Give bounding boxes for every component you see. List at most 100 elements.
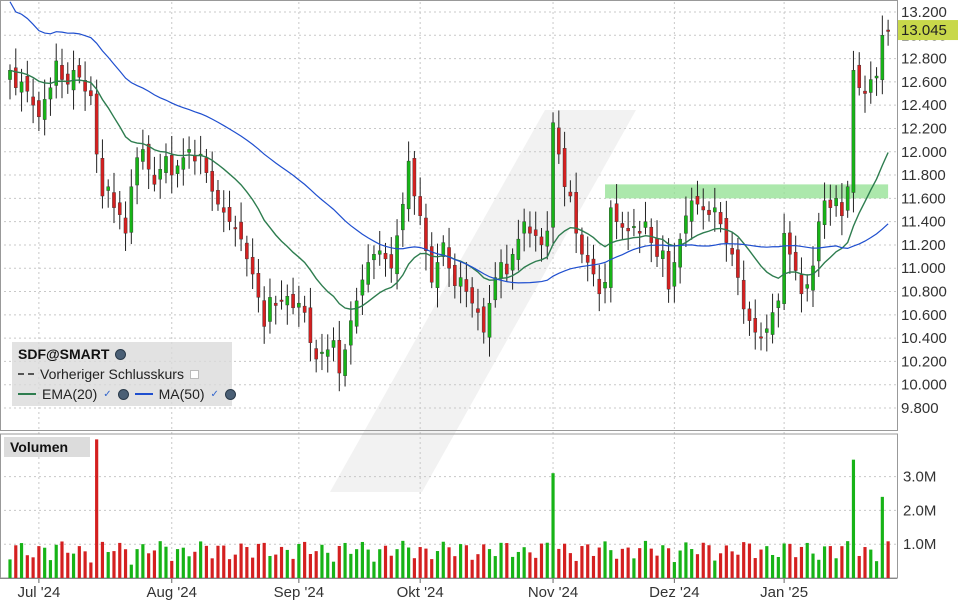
volume-bar: [753, 558, 757, 578]
volume-bar: [360, 541, 364, 578]
candle-body: [747, 308, 752, 321]
volume-bar: [48, 560, 53, 578]
volume-bar: [799, 546, 804, 578]
y-tick-label: 10.400: [901, 330, 947, 347]
candle-body: [366, 262, 370, 285]
candle-body: [418, 196, 422, 217]
volume-bar: [759, 549, 763, 578]
candle-body: [816, 221, 821, 262]
candle-body: [308, 307, 313, 343]
ema-settings-icon[interactable]: [117, 388, 129, 400]
legend-symbol-row[interactable]: SDF@SMART: [18, 344, 127, 364]
candle-body: [799, 274, 804, 295]
candle-body: [481, 306, 486, 333]
candle-body: [557, 127, 561, 155]
volume-bar: [262, 542, 266, 578]
volume-bar: [193, 551, 197, 578]
candle-body: [146, 143, 151, 170]
candle-body: [695, 196, 700, 205]
volume-bar: [199, 541, 203, 578]
candle-body: [822, 200, 827, 225]
volume-bar: [210, 558, 214, 578]
check-icon[interactable]: ✓: [211, 389, 219, 400]
candle-body: [291, 293, 295, 309]
volume-bar: [476, 554, 480, 578]
candle-body: [331, 340, 336, 348]
candle-body: [637, 231, 642, 234]
candle-body: [216, 190, 220, 205]
volume-bar: [666, 548, 671, 578]
volume-bar: [441, 541, 445, 578]
candle-body: [13, 67, 18, 88]
volume-bar: [19, 543, 24, 578]
volume-bar: [170, 560, 174, 578]
volume-bar: [649, 548, 653, 578]
legend-ema[interactable]: EMA(20): [42, 386, 97, 402]
settings-icon[interactable]: [115, 348, 127, 360]
candle-body: [424, 217, 428, 251]
volume-bar: [574, 560, 578, 578]
candle-body: [510, 254, 515, 271]
y-tick-label: 11.800: [901, 167, 946, 184]
candle-body: [620, 223, 625, 228]
candle-body: [383, 252, 388, 260]
volume-bar: [822, 546, 827, 578]
volume-bar: [551, 473, 555, 578]
candle-body: [164, 156, 168, 173]
volume-bar: [840, 546, 844, 578]
volume-bar: [77, 546, 81, 578]
ma-settings-icon[interactable]: [224, 388, 236, 400]
volume-bar: [389, 555, 393, 578]
volume-bar: [401, 540, 405, 578]
legend-ma[interactable]: MA(50): [159, 386, 205, 402]
volume-bar: [25, 555, 29, 578]
volume-bar: [430, 559, 434, 578]
volume-bar: [106, 552, 110, 578]
candle-body: [112, 192, 116, 208]
y-tick-label: 12.800: [901, 51, 947, 68]
candle-body: [181, 157, 186, 170]
candle-body: [505, 263, 509, 275]
candle-body: [435, 262, 440, 288]
candle-body: [89, 90, 93, 97]
candle-body: [250, 256, 255, 275]
volume-bar: [245, 547, 249, 578]
volume-bar: [424, 548, 428, 578]
candle-body: [805, 284, 810, 289]
candle-body: [493, 277, 498, 301]
volume-bar: [690, 549, 694, 578]
volume-bar: [181, 547, 185, 578]
legend-symbol: SDF@SMART: [18, 346, 110, 362]
volume-bar: [643, 540, 648, 578]
candle-body: [857, 64, 862, 88]
candle-body: [343, 349, 347, 376]
volume-bar: [303, 541, 307, 578]
volume-bar: [187, 556, 191, 578]
volume-bar: [545, 542, 549, 578]
candle-body: [759, 336, 763, 339]
legend-prev-close-row[interactable]: Vorheriger Schlusskurs: [18, 364, 199, 384]
candle-body: [325, 349, 330, 357]
candle-body: [48, 87, 53, 100]
candle-body: [297, 302, 301, 308]
candle-body: [886, 29, 890, 32]
volume-bar: [528, 552, 532, 578]
x-tick-label: Sep '24: [274, 584, 324, 600]
volume-bar: [60, 541, 64, 578]
volume-bar: [563, 543, 567, 578]
volume-bar: [828, 546, 832, 578]
candle-body: [880, 35, 885, 81]
candle-body: [585, 255, 590, 263]
candle-body: [551, 122, 555, 228]
volume-bar: [418, 547, 422, 578]
volume-bar: [256, 543, 261, 578]
candle-body: [106, 186, 110, 191]
candle-body: [412, 158, 417, 197]
checkbox-icon[interactable]: [189, 369, 199, 379]
candle-body: [401, 203, 405, 231]
candle-body: [239, 221, 243, 240]
check-icon[interactable]: ✓: [103, 389, 111, 400]
volume-bar: [557, 548, 561, 578]
volume-tick-label: 3.0M: [903, 469, 936, 486]
candle-body: [349, 320, 353, 346]
